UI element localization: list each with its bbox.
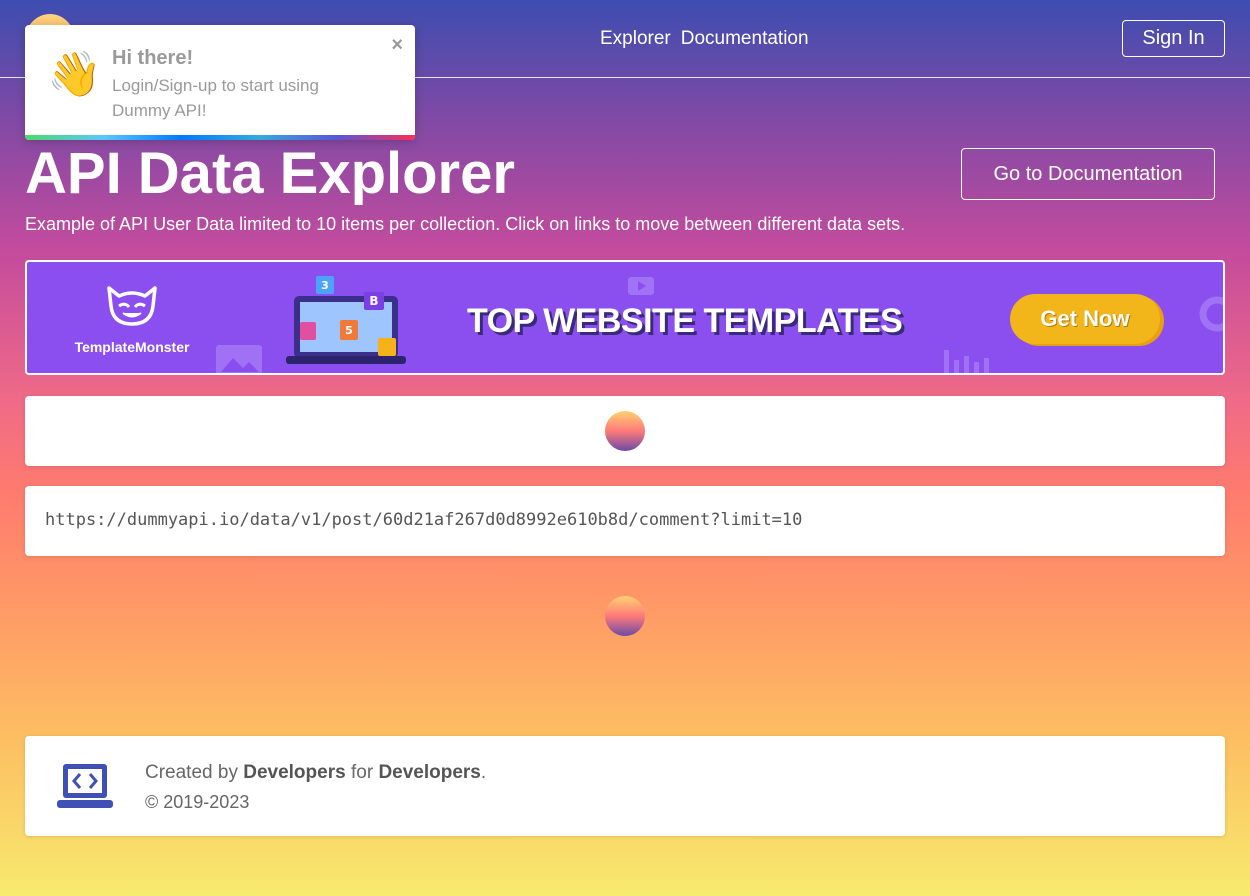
footer-period: . bbox=[480, 762, 487, 783]
templatemonster-brand-text: TemplateMonster bbox=[74, 339, 190, 355]
close-icon[interactable]: × bbox=[391, 34, 403, 57]
laptop-code-icon bbox=[57, 764, 113, 808]
monster-face-icon bbox=[107, 286, 157, 326]
toast-title: Hi there! bbox=[112, 47, 194, 69]
footer-developers-1: Developers bbox=[243, 762, 346, 783]
ad-banner[interactable]: TemplateMonster 3 B 5 TOP WEBSITE TEMPLA… bbox=[25, 260, 1225, 375]
bar-chart-icon bbox=[944, 350, 989, 373]
nav-explorer-link[interactable]: Explorer bbox=[600, 28, 671, 50]
page-subtitle: Example of API User Data limited to 10 i… bbox=[25, 214, 906, 234]
results-loading-spinner bbox=[605, 596, 645, 636]
sign-in-button[interactable]: Sign In bbox=[1122, 20, 1225, 57]
page-title: API Data Explorer bbox=[25, 141, 515, 206]
request-url-text[interactable]: https://dummyapi.io/data/v1/post/60d21af… bbox=[45, 510, 802, 530]
main-nav: Explorer Documentation bbox=[600, 28, 809, 50]
get-now-button[interactable]: Get Now bbox=[1010, 294, 1160, 344]
footer-created-by: Created by bbox=[145, 762, 238, 783]
footer-developers-2: Developers bbox=[378, 762, 481, 783]
welcome-toast: 👋 Hi there! Login/Sign-up to start using… bbox=[25, 25, 415, 140]
banner-headline: TOP WEBSITE TEMPLATES bbox=[467, 302, 903, 340]
data-loading-card bbox=[25, 396, 1225, 466]
templatemonster-logo: TemplateMonster bbox=[67, 284, 197, 355]
loading-spinner bbox=[605, 411, 645, 451]
toast-message: Login/Sign-up to start using Dummy API! bbox=[112, 76, 319, 120]
go-to-documentation-button[interactable]: Go to Documentation bbox=[961, 148, 1215, 200]
laptop-illustration-icon: 3 B 5 bbox=[286, 276, 406, 364]
nav-documentation-link[interactable]: Documentation bbox=[681, 28, 809, 50]
play-icon bbox=[628, 277, 654, 295]
image-icon bbox=[216, 345, 262, 373]
footer-credit: Created by Developers for Developers. bbox=[145, 762, 486, 784]
svg-text:3: 3 bbox=[321, 279, 329, 292]
footer-copyright: © 2019-2023 bbox=[145, 792, 250, 812]
footer-card: Created by Developers for Developers. © … bbox=[25, 736, 1225, 836]
ring-icon bbox=[1199, 296, 1223, 332]
svg-text:5: 5 bbox=[345, 324, 353, 337]
footer-for: for bbox=[350, 762, 374, 783]
waving-hand-icon: 👋 bbox=[47, 50, 102, 99]
request-url-card: https://dummyapi.io/data/v1/post/60d21af… bbox=[25, 486, 1225, 556]
svg-text:B: B bbox=[369, 294, 378, 308]
